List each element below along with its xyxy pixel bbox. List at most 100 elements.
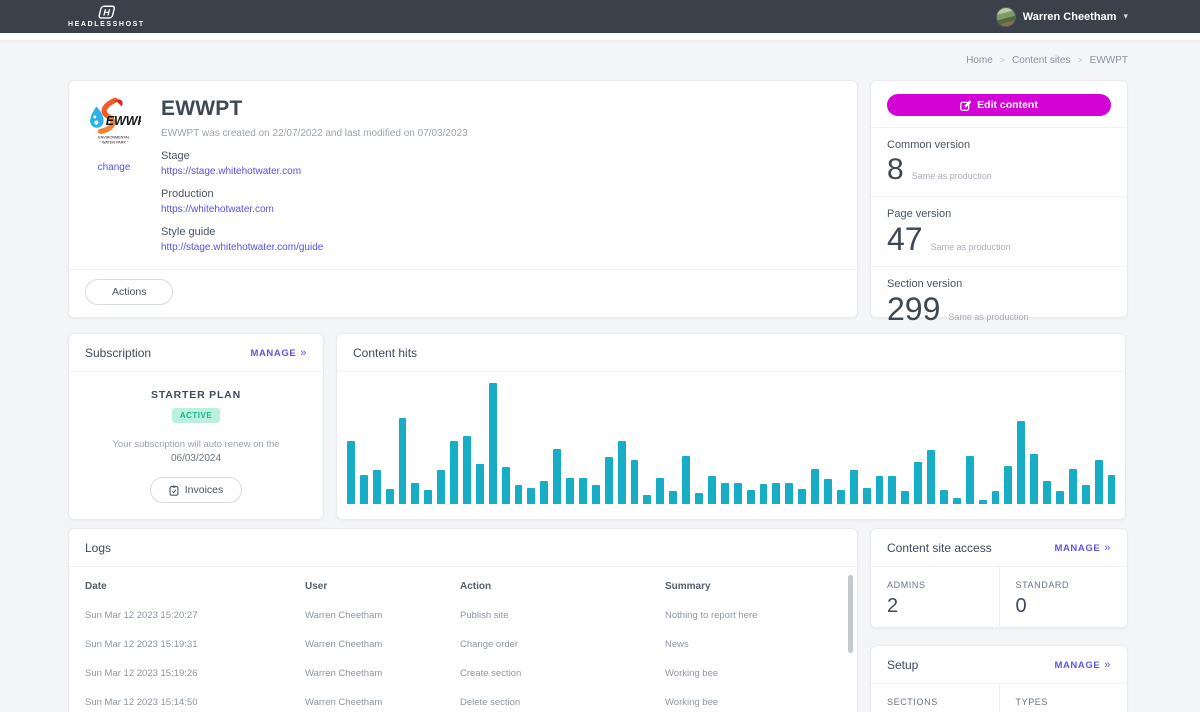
chart-bar bbox=[437, 470, 445, 504]
log-action: Change order bbox=[460, 639, 665, 650]
chart-bar bbox=[876, 476, 884, 504]
log-user: Warren Cheetham bbox=[305, 668, 460, 679]
page-version-label: Page version bbox=[887, 208, 1111, 220]
chart-bar bbox=[772, 483, 780, 504]
chart-bar bbox=[734, 483, 742, 504]
chart-bar bbox=[631, 460, 639, 504]
site-access-manage-link[interactable]: MANAGE » bbox=[1054, 542, 1111, 554]
subscription-card: Subscription MANAGE » STARTER PLAN ACTIV… bbox=[68, 333, 324, 520]
production-url-link[interactable]: https://whitehotwater.com bbox=[161, 204, 468, 215]
log-action: Delete section bbox=[460, 697, 665, 708]
chart-bar bbox=[966, 456, 974, 504]
chart-bar bbox=[708, 476, 716, 504]
chart-bar bbox=[656, 478, 664, 504]
headlesshost-icon: H bbox=[95, 5, 117, 20]
content-site-access-card: Content site access MANAGE » ADMINS 2 ST… bbox=[870, 528, 1128, 628]
log-summary: Working bee bbox=[665, 697, 841, 708]
sections-label: SECTIONS bbox=[887, 697, 983, 707]
logs-table: Date User Action Summary Sun Mar 12 2023… bbox=[69, 567, 857, 712]
setup-title: Setup bbox=[887, 658, 918, 672]
chart-bar bbox=[760, 484, 768, 504]
chart-bar bbox=[527, 488, 535, 504]
chart-bar bbox=[540, 481, 548, 504]
svg-text:EWWPT: EWWPT bbox=[106, 114, 141, 128]
chart-bar bbox=[424, 490, 432, 504]
common-version-row: Common version 8 Same as production bbox=[871, 128, 1127, 197]
chart-bar bbox=[888, 476, 896, 504]
column-header-date: Date bbox=[85, 581, 305, 592]
chart-bar bbox=[953, 498, 961, 504]
chart-bar bbox=[1030, 454, 1038, 504]
invoices-button[interactable]: Invoices bbox=[150, 477, 243, 503]
section-version-note: Same as production bbox=[948, 312, 1028, 322]
edit-content-label: Edit content bbox=[977, 99, 1038, 111]
edit-content-button[interactable]: Edit content bbox=[887, 94, 1111, 116]
setup-manage-label: MANAGE bbox=[1054, 660, 1100, 671]
chart-bar bbox=[695, 493, 703, 504]
setup-manage-link[interactable]: MANAGE » bbox=[1054, 659, 1111, 671]
chart-bar bbox=[373, 470, 381, 504]
site-overview-card: EWWPT ENVIRONMENTAL " WATER PARK " chang… bbox=[68, 80, 858, 318]
stage-label: Stage bbox=[161, 150, 468, 162]
user-name: Warren Cheetham bbox=[1023, 11, 1117, 23]
column-header-action: Action bbox=[460, 581, 665, 592]
stage-url-link[interactable]: https://stage.whitehotwater.com bbox=[161, 166, 468, 177]
plan-name: STARTER PLAN bbox=[69, 389, 323, 401]
table-row: Sun Mar 12 2023 15:14:50 Warren Cheetham… bbox=[85, 688, 841, 712]
user-menu[interactable]: Warren Cheetham ▾ bbox=[996, 7, 1128, 27]
common-version-note: Same as production bbox=[912, 171, 992, 181]
log-user: Warren Cheetham bbox=[305, 639, 460, 650]
invoices-label: Invoices bbox=[185, 484, 224, 496]
style-guide-url-link[interactable]: http://stage.whitehotwater.com/guide bbox=[161, 242, 468, 253]
section-version-row: Section version 299 Same as production bbox=[871, 267, 1127, 337]
chart-bar bbox=[785, 483, 793, 504]
chart-bar bbox=[901, 491, 909, 504]
chart-bar bbox=[1056, 491, 1064, 504]
chart-bar bbox=[1017, 421, 1025, 504]
page-version-value: 47 bbox=[887, 223, 923, 257]
admins-value: 2 bbox=[887, 595, 983, 618]
breadcrumb-current: EWWPT bbox=[1090, 55, 1128, 66]
common-version-label: Common version bbox=[887, 139, 1111, 151]
chart-bar bbox=[463, 436, 471, 504]
breadcrumb-home[interactable]: Home bbox=[966, 55, 993, 66]
log-action: Publish site bbox=[460, 610, 665, 621]
content-hits-card: Content hits bbox=[336, 333, 1126, 520]
chart-bar bbox=[837, 490, 845, 504]
change-logo-link[interactable]: change bbox=[98, 162, 131, 173]
chart-bar bbox=[489, 383, 497, 504]
edit-icon bbox=[960, 100, 971, 111]
logs-card: Logs Date User Action Summary Sun Mar 12… bbox=[68, 528, 858, 712]
column-header-summary: Summary bbox=[665, 581, 841, 592]
invoice-icon bbox=[169, 485, 179, 496]
top-navbar: H HEADLESSHOST Warren Cheetham ▾ bbox=[0, 0, 1200, 33]
main-content: EWWPT ENVIRONMENTAL " WATER PARK " chang… bbox=[68, 80, 1128, 712]
chart-bar bbox=[1082, 485, 1090, 504]
double-chevron-icon: » bbox=[300, 347, 307, 359]
log-date: Sun Mar 12 2023 15:20:27 bbox=[85, 610, 305, 621]
svg-text:H: H bbox=[102, 8, 111, 18]
chart-bar bbox=[669, 491, 677, 504]
admins-stat: ADMINS 2 bbox=[871, 567, 999, 634]
logs-table-header: Date User Action Summary bbox=[85, 567, 841, 601]
brand-logo[interactable]: H HEADLESSHOST bbox=[68, 5, 145, 28]
actions-button[interactable]: Actions bbox=[85, 279, 173, 305]
chart-bar bbox=[850, 470, 858, 504]
chart-bar bbox=[940, 490, 948, 504]
svg-text:" WATER PARK ": " WATER PARK " bbox=[100, 140, 129, 144]
chart-bar bbox=[411, 483, 419, 504]
table-row: Sun Mar 12 2023 15:19:26 Warren Cheetham… bbox=[85, 659, 841, 688]
status-badge: ACTIVE bbox=[172, 408, 220, 423]
chart-bar bbox=[502, 467, 510, 504]
logs-scrollbar[interactable] bbox=[848, 575, 853, 653]
breadcrumb-content-sites[interactable]: Content sites bbox=[1012, 55, 1070, 66]
double-chevron-icon: » bbox=[1104, 659, 1111, 671]
page-version-note: Same as production bbox=[931, 242, 1011, 252]
subscription-manage-link[interactable]: MANAGE » bbox=[250, 347, 307, 359]
chart-bar bbox=[682, 456, 690, 504]
chart-bar bbox=[1095, 460, 1103, 504]
breadcrumb-separator-icon: > bbox=[1000, 55, 1005, 65]
header-divider-strip bbox=[0, 33, 1200, 40]
chart-bar bbox=[476, 464, 484, 504]
chart-bar bbox=[386, 489, 394, 504]
